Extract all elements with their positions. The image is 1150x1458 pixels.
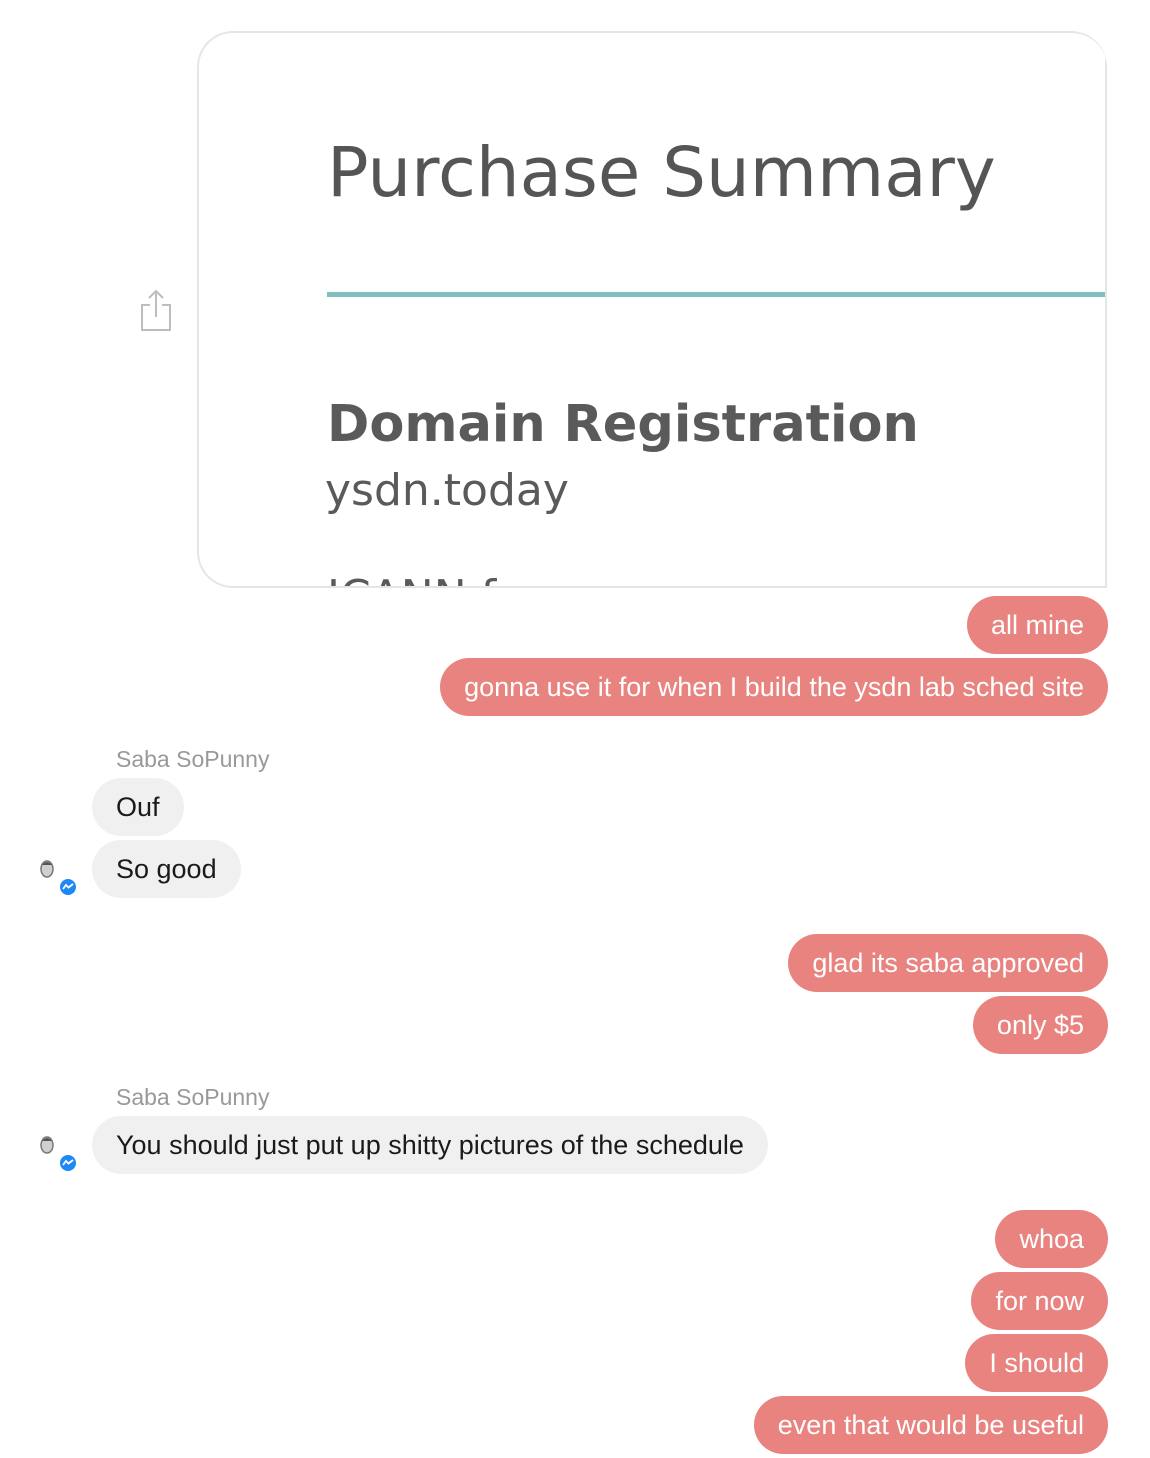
incoming-message[interactable]: So good bbox=[92, 840, 241, 898]
outgoing-message[interactable]: for now bbox=[971, 1272, 1108, 1330]
incoming-message[interactable]: Ouf bbox=[92, 778, 184, 836]
avatar[interactable] bbox=[36, 856, 76, 896]
outgoing-message[interactable]: glad its saba approved bbox=[788, 934, 1108, 992]
avatar[interactable] bbox=[36, 1132, 76, 1172]
share-icon[interactable] bbox=[137, 288, 175, 332]
purchase-summary-title: Purchase Summary bbox=[327, 133, 996, 213]
outgoing-message[interactable]: I should bbox=[965, 1334, 1108, 1392]
outgoing-message[interactable]: all mine bbox=[966, 596, 1108, 654]
divider bbox=[327, 292, 1107, 297]
outgoing-message[interactable]: gonna use it for when I build the ysdn l… bbox=[440, 658, 1108, 716]
outgoing-message[interactable]: only $5 bbox=[972, 996, 1108, 1054]
sender-name: Saba SoPunny bbox=[116, 1084, 270, 1110]
outgoing-message[interactable]: whoa bbox=[995, 1210, 1108, 1268]
outgoing-message[interactable]: even that would be useful bbox=[753, 1396, 1108, 1454]
domain-name-text: ysdn.today bbox=[325, 465, 569, 516]
purchase-summary-image[interactable]: Purchase Summary Domain Registration ysd… bbox=[197, 31, 1107, 588]
truncated-text: ICANN f bbox=[327, 571, 496, 586]
sender-name: Saba SoPunny bbox=[116, 746, 270, 772]
domain-registration-heading: Domain Registration bbox=[327, 395, 919, 454]
incoming-message[interactable]: You should just put up shitty pictures o… bbox=[92, 1116, 768, 1174]
